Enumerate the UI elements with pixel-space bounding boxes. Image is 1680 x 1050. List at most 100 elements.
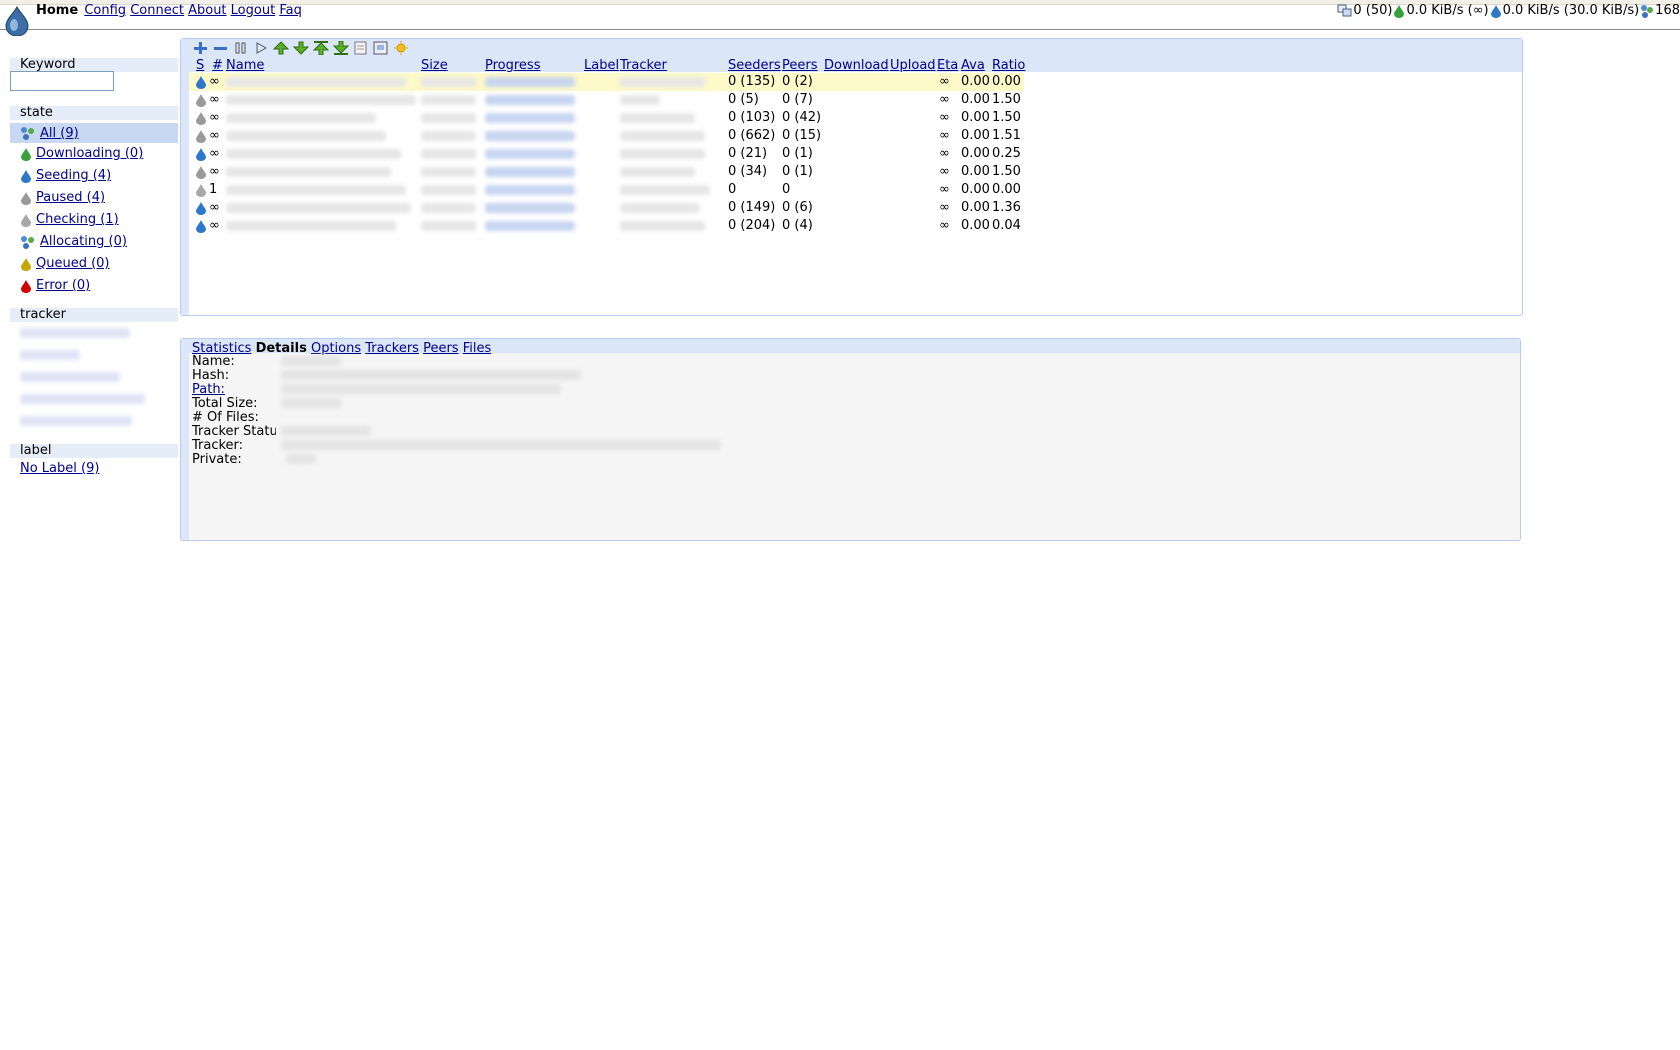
state-queued-link[interactable]: Queued (0) [36, 256, 110, 271]
peers-value: 0 (15) [782, 128, 822, 143]
state-seeding-link[interactable]: Seeding (4) [36, 168, 111, 183]
col-name[interactable]: Name [226, 58, 264, 73]
col-state[interactable]: S [196, 58, 204, 73]
tab-options[interactable]: Options [311, 341, 361, 356]
seeding-icon [21, 169, 31, 183]
paused-icon [196, 94, 206, 107]
nav-logout-link[interactable]: Logout [231, 3, 276, 18]
state-item-downloading[interactable]: Downloading (0) [20, 146, 143, 161]
state-item-error[interactable]: Error (0) [20, 278, 90, 293]
seeding-icon [196, 76, 206, 89]
tracker-item[interactable] [20, 416, 132, 426]
col-queue[interactable]: # [212, 58, 223, 73]
tracker-item[interactable] [20, 394, 145, 404]
state-item-allocating[interactable]: Allocating (0) [20, 234, 127, 249]
recheck-sun-icon[interactable] [393, 41, 409, 55]
name-redacted [226, 95, 416, 105]
col-progress[interactable]: Progress [485, 58, 540, 73]
col-upload[interactable]: Upload [890, 58, 936, 73]
tracker-redacted [620, 185, 710, 195]
tab-files[interactable]: Files [463, 341, 492, 356]
tab-trackers[interactable]: Trackers [365, 341, 419, 356]
table-row[interactable]: ∞ 0 (135) 0 (2) ∞ 0.00 0.00 [189, 73, 1024, 91]
seeding-icon [196, 202, 206, 215]
col-peers[interactable]: Peers [782, 58, 818, 73]
tab-details[interactable]: Details [256, 341, 307, 356]
add-icon[interactable] [193, 41, 209, 55]
pause-icon[interactable] [233, 41, 249, 55]
progress-redacted [485, 77, 575, 87]
detail-path-link[interactable]: Path: [192, 382, 225, 397]
state-error-link[interactable]: Error (0) [36, 278, 90, 293]
keyword-input[interactable] [10, 71, 114, 91]
tracker-item[interactable] [20, 328, 130, 338]
state-checking-link[interactable]: Checking (1) [36, 212, 119, 227]
state-item-all[interactable]: All (9) [10, 123, 178, 143]
table-row[interactable]: ∞ 0 (662) 0 (15) ∞ 0.00 1.51 [189, 127, 1024, 145]
queue-bottom-icon[interactable] [333, 41, 349, 55]
col-seeders[interactable]: Seeders [728, 58, 781, 73]
remove-icon[interactable] [213, 41, 229, 55]
nav-about-link[interactable]: About [188, 3, 226, 18]
details-icon[interactable] [353, 41, 369, 55]
download-speed-icon [1394, 4, 1405, 18]
nav-connect-link[interactable]: Connect [130, 3, 184, 18]
table-row[interactable]: 1 0 0 ∞ 0.00 0.00 [189, 181, 1024, 199]
table-row[interactable]: ∞ 0 (21) 0 (1) ∞ 0.00 0.25 [189, 145, 1024, 163]
state-item-queued[interactable]: Queued (0) [20, 256, 110, 271]
peers-value: 0 (7) [782, 92, 813, 107]
table-row[interactable]: ∞ 0 (149) 0 (6) ∞ 0.00 1.36 [189, 199, 1024, 217]
availability-value: 0.00 [961, 218, 990, 233]
table-row[interactable]: ∞ 0 (5) 0 (7) ∞ 0.00 1.50 [189, 91, 1024, 109]
tracker-redacted [620, 131, 705, 141]
col-ratio[interactable]: Ratio [992, 58, 1025, 73]
panel-strip [181, 339, 189, 540]
detail-value-redacted [281, 440, 721, 450]
tracker-redacted [620, 203, 700, 213]
queue-position: ∞ [209, 146, 220, 161]
move-storage-icon[interactable] [373, 41, 389, 55]
queue-down-icon[interactable] [293, 41, 309, 55]
col-tracker[interactable]: Tracker [620, 58, 667, 73]
size-redacted [421, 203, 476, 213]
state-item-checking[interactable]: Checking (1) [20, 212, 119, 227]
size-redacted [421, 221, 476, 231]
play-icon[interactable] [253, 41, 269, 55]
detail-value-redacted [281, 398, 341, 408]
details-tabs: Statistics Details Options Trackers Peer… [192, 341, 491, 356]
dht-nodes-value: 168 [1655, 3, 1680, 18]
state-allocating-link[interactable]: Allocating (0) [40, 234, 127, 249]
state-item-paused[interactable]: Paused (4) [20, 190, 105, 205]
state-all-link[interactable]: All (9) [40, 126, 79, 141]
seeders-value: 0 [728, 182, 737, 197]
ratio-value: 1.51 [992, 128, 1021, 143]
size-redacted [421, 185, 476, 195]
state-paused-link[interactable]: Paused (4) [36, 190, 105, 205]
label-header: label [10, 444, 178, 458]
col-label[interactable]: Label [584, 58, 619, 73]
label-item-no-label[interactable]: No Label (9) [20, 461, 99, 476]
tracker-item[interactable] [20, 372, 120, 382]
col-size[interactable]: Size [421, 58, 448, 73]
table-row[interactable]: ∞ 0 (34) 0 (1) ∞ 0.00 1.50 [189, 163, 1024, 181]
col-ava[interactable]: Ava [961, 58, 985, 73]
table-row[interactable]: ∞ 0 (204) 0 (4) ∞ 0.00 0.04 [189, 217, 1024, 235]
eta-value: ∞ [939, 128, 950, 143]
nav-faq-link[interactable]: Faq [279, 3, 302, 18]
queue-top-icon[interactable] [313, 41, 329, 55]
tab-peers[interactable]: Peers [423, 341, 459, 356]
col-eta[interactable]: Eta [937, 58, 958, 73]
col-download[interactable]: Download [824, 58, 889, 73]
detail-private-label: Private: [192, 452, 242, 467]
label-no-label-link[interactable]: No Label (9) [20, 461, 99, 476]
state-downloading-link[interactable]: Downloading (0) [36, 146, 143, 161]
queue-up-icon[interactable] [273, 41, 289, 55]
peers-value: 0 (2) [782, 74, 813, 89]
nav-config-link[interactable]: Config [84, 3, 126, 18]
peers-value: 0 (4) [782, 218, 813, 233]
seeders-value: 0 (103) [728, 110, 776, 125]
table-row[interactable]: ∞ 0 (103) 0 (42) ∞ 0.00 1.50 [189, 109, 1024, 127]
tracker-item[interactable] [20, 350, 80, 360]
top-nav: Home Config Connect About Logout Faq [36, 3, 302, 18]
state-item-seeding[interactable]: Seeding (4) [20, 168, 111, 183]
